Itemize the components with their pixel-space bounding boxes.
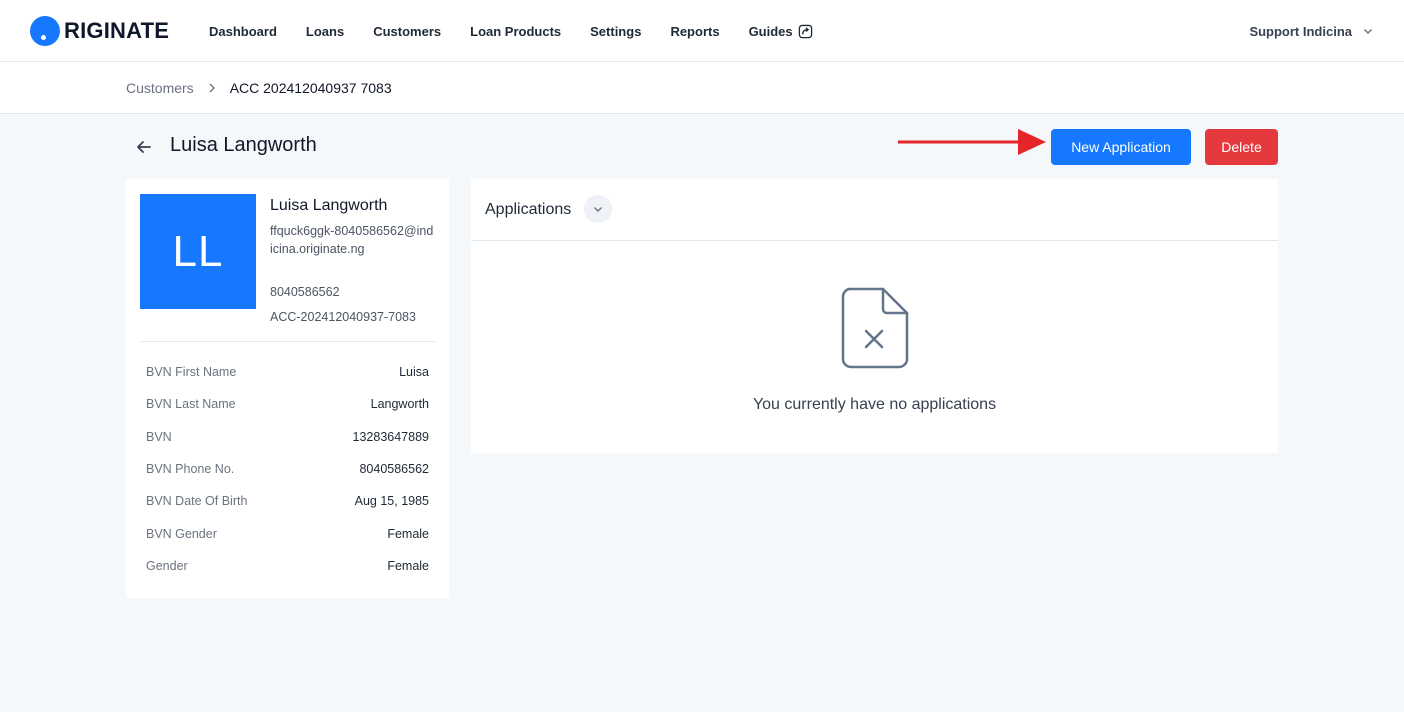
detail-value: 13283647889 — [352, 430, 429, 444]
detail-row-bvn-first-name: BVN First Name Luisa — [146, 362, 429, 382]
breadcrumb: Customers ACC 202412040937 7083 — [126, 62, 392, 114]
external-link-icon — [798, 24, 812, 38]
new-application-button[interactable]: New Application — [1051, 129, 1191, 165]
empty-state-message: You currently have no applications — [752, 396, 997, 413]
detail-label: Gender — [146, 559, 188, 573]
detail-label: BVN Gender — [146, 527, 217, 541]
empty-file-icon — [841, 287, 909, 369]
detail-value: Female — [387, 559, 429, 573]
detail-row-bvn: BVN 13283647889 — [146, 427, 429, 447]
applications-title: Applications — [485, 201, 572, 218]
breadcrumb-current: ACC 202412040937 7083 — [229, 80, 392, 96]
avatar: LL — [140, 194, 256, 309]
applications-header: Applications — [471, 179, 1278, 241]
detail-label: BVN Phone No. — [146, 462, 235, 476]
detail-label: BVN — [146, 430, 172, 444]
delete-button[interactable]: Delete — [1205, 129, 1278, 165]
detail-label: BVN First Name — [146, 365, 237, 379]
breadcrumb-bar: Customers ACC 202412040937 7083 — [0, 62, 1404, 114]
detail-value: Female — [387, 527, 429, 541]
detail-value: Luisa — [399, 365, 429, 379]
logo-text: RIGINATE — [64, 18, 170, 43]
detail-value: Langworth — [370, 397, 429, 411]
main-nav: Dashboard Loans Customers Loan Products … — [209, 0, 842, 62]
customer-account: ACC-202412040937-7083 — [270, 310, 416, 324]
detail-row-bvn-last-name: BVN Last Name Langworth — [146, 394, 429, 414]
back-arrow-icon[interactable] — [134, 137, 154, 157]
nav-item-settings[interactable]: Settings — [590, 24, 641, 39]
nav-item-loan-products[interactable]: Loan Products — [470, 24, 561, 39]
logo[interactable]: RIGINATE — [30, 15, 169, 47]
customer-phone: 8040586562 — [270, 285, 340, 299]
applications-toggle[interactable] — [584, 195, 612, 223]
nav-item-dashboard[interactable]: Dashboard — [209, 24, 277, 39]
detail-row-bvn-dob: BVN Date Of Birth Aug 15, 1985 — [146, 491, 429, 511]
chevron-down-icon — [1364, 29, 1372, 34]
detail-row-bvn-phone: BVN Phone No. 8040586562 — [146, 459, 429, 479]
annotation-arrow-icon — [898, 129, 1046, 155]
breadcrumb-customers[interactable]: Customers — [126, 80, 194, 96]
detail-label: BVN Last Name — [146, 397, 236, 411]
divider — [140, 341, 435, 342]
nav-item-customers[interactable]: Customers — [373, 24, 441, 39]
user-menu[interactable]: Support Indicina — [1249, 0, 1374, 62]
user-name: Support Indicina — [1249, 23, 1352, 39]
detail-row-gender: Gender Female — [146, 556, 429, 576]
customer-email: ffquck6ggk-8040586562@indicina.originate… — [270, 224, 434, 256]
customer-name: Luisa Langworth — [270, 197, 388, 214]
page-title: Luisa Langworth — [170, 134, 317, 156]
nav-item-loans[interactable]: Loans — [306, 24, 344, 39]
nav-item-guides[interactable]: Guides — [749, 24, 813, 39]
customer-card: LL Luisa Langworth ffquck6ggk-8040586562… — [126, 179, 449, 598]
top-navbar: RIGINATE Dashboard Loans Customers Loan … — [0, 0, 1404, 62]
chevron-down-icon — [594, 207, 602, 212]
nav-item-reports[interactable]: Reports — [670, 24, 719, 39]
detail-value: 8040586562 — [359, 462, 429, 476]
detail-value: Aug 15, 1985 — [354, 494, 429, 508]
chevron-right-icon — [206, 82, 218, 94]
applications-panel: Applications You currently have no appli… — [471, 179, 1278, 453]
detail-label: BVN Date Of Birth — [146, 494, 248, 508]
nav-item-guides-label: Guides — [748, 23, 793, 39]
logo-mark — [30, 16, 60, 46]
detail-row-bvn-gender: BVN Gender Female — [146, 524, 429, 544]
